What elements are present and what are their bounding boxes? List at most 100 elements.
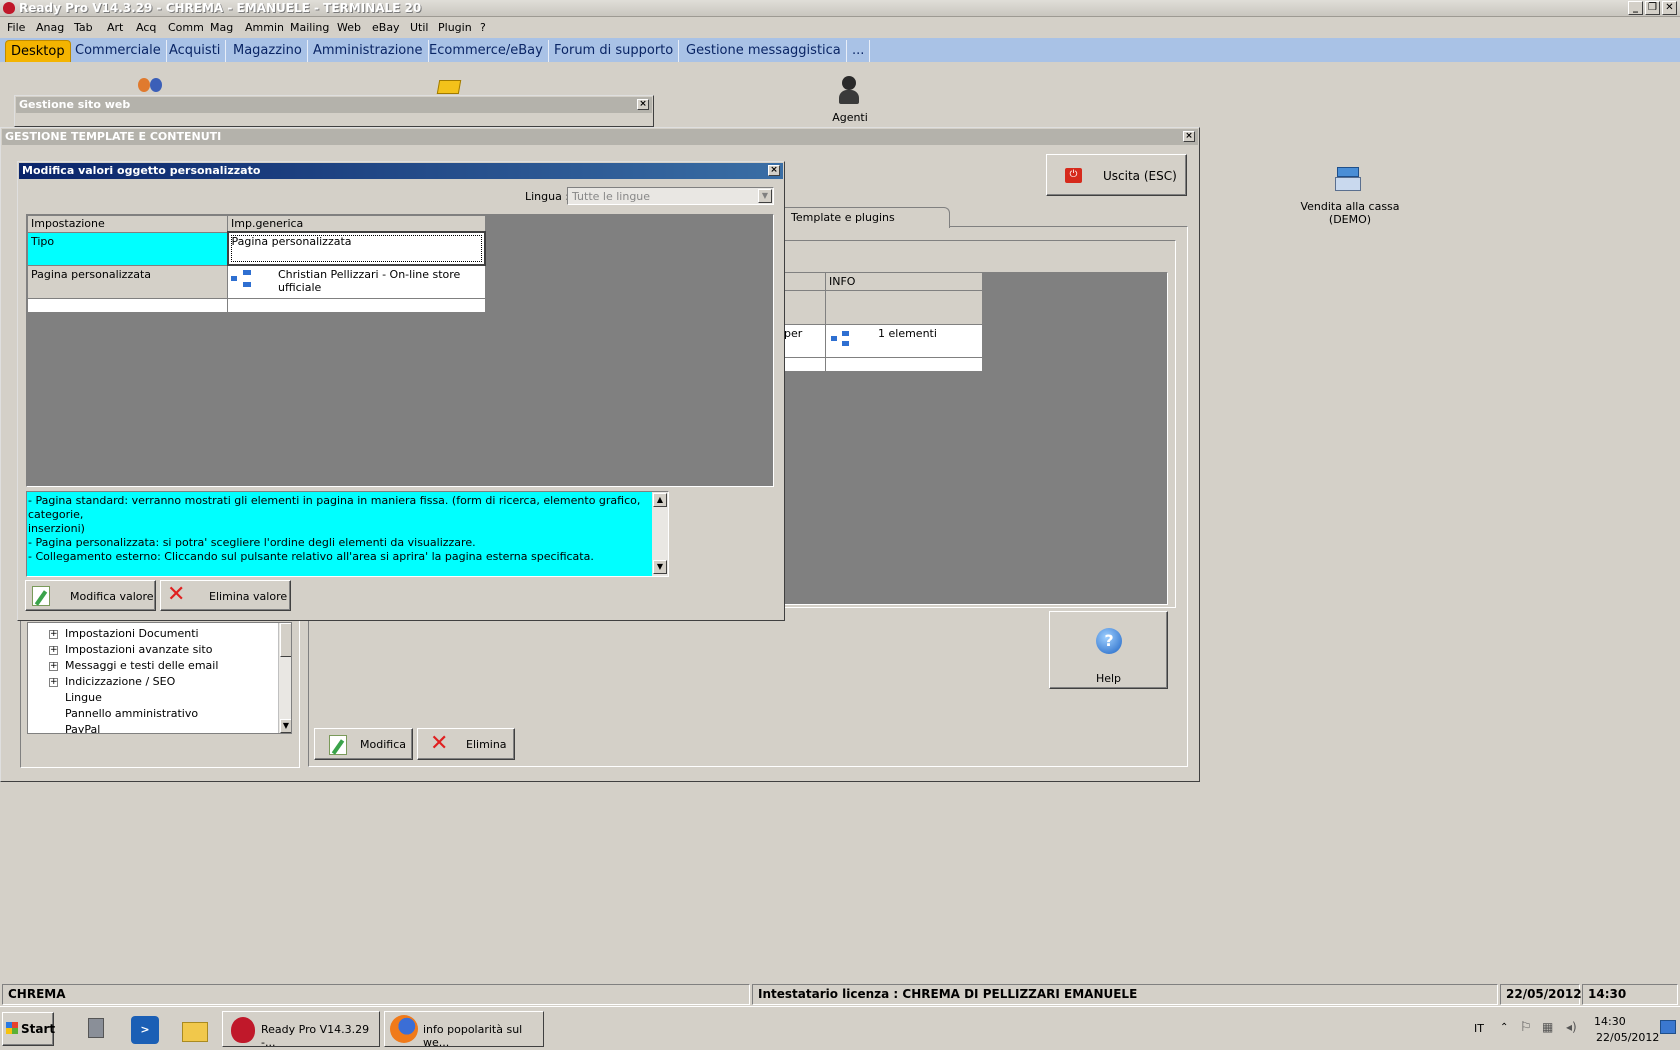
language-indicator[interactable]: IT [1474,1022,1484,1035]
row-key-pagina[interactable]: Pagina personalizzata [27,264,228,299]
info-scrollbar[interactable]: ▲ ▼ [652,492,668,576]
lingua-label: Lingua : [525,190,570,203]
help-button[interactable]: ? Help [1049,611,1168,689]
settings-tree[interactable]: ▼ + Impostazioni Documenti + Impostazion… [27,622,292,734]
quicklaunch-computer-icon[interactable] [84,1016,112,1044]
menu-ebay[interactable]: eBay [372,21,400,34]
tab-gestione-messaggistica[interactable]: Gestione messaggistica [681,40,847,62]
show-desktop-icon[interactable] [1660,1020,1676,1034]
tab-desktop[interactable]: Desktop [5,40,71,62]
app-title: Ready Pro V14.3.29 - CHREMA - EMANUELE -… [19,1,422,15]
expand-icon[interactable]: + [49,678,58,687]
cash-register-icon[interactable] [1333,163,1365,195]
info-line: - Collegamento esterno: Cliccando sul pu… [28,550,594,563]
chevron-down-icon[interactable]: ▼ [758,189,772,203]
gestione-sito-close-icon[interactable]: × [637,99,649,110]
taskbar-firefox[interactable]: info popolarità sul we... [384,1011,544,1049]
menu-help[interactable]: ? [480,21,486,34]
desktop-label-agenti[interactable]: Agenti [800,111,900,124]
dialog-close-icon[interactable]: × [768,165,780,176]
elimina-valore-button[interactable]: ✕ Elimina valore [160,580,291,611]
menu-file[interactable]: File [7,21,25,34]
tab-magazzino[interactable]: Magazzino [228,40,308,62]
help-label: Help [1095,672,1122,685]
info-text-box[interactable]: - Pagina standard: verranno mostrati gli… [26,491,669,577]
row-value-tipo[interactable]: Pagina personalizzata [226,231,486,266]
grid-row-partial[interactable]: per [780,324,826,358]
scroll-down-icon[interactable]: ▼ [280,719,291,733]
menu-ammin[interactable]: Ammin [245,21,284,34]
modifica-valore-button[interactable]: Modifica valore [25,580,156,611]
menu-mag[interactable]: Mag [210,21,233,34]
menu-web[interactable]: Web [337,21,361,34]
menu-anag[interactable]: Anag [36,21,64,34]
modifica-button[interactable]: Modifica [314,728,413,760]
tree-item-impostazioni-documenti[interactable]: Impostazioni Documenti [65,627,199,640]
tab-template-plugins[interactable]: Template e plugins [778,207,950,228]
tab-amministrazione[interactable]: Amministrazione [308,40,429,62]
minimize-icon[interactable]: _ [1628,1,1643,15]
elimina-button[interactable]: ✕ Elimina [417,728,515,760]
tray-flag-icon[interactable]: ⚐ [1520,1020,1532,1035]
tree-item-pannello-amministrativo[interactable]: Pannello amministrativo [65,707,198,720]
tab-forum-supporto[interactable]: Forum di supporto [549,40,680,62]
lingua-select[interactable]: Tutte le lingue ▼ [567,187,774,205]
tree-item-impostazioni-avanzate[interactable]: Impostazioni avanzate sito [65,643,212,656]
row-key-tipo[interactable]: Tipo [27,231,228,266]
grid-header-info: INFO [825,272,983,291]
tray-volume-icon[interactable]: ◂) [1566,1020,1577,1034]
menu-acq[interactable]: Acq [136,21,156,34]
tray-network-icon[interactable]: ▦ [1542,1020,1553,1034]
close-icon[interactable]: ✕ [1662,1,1677,15]
gestione-template-close-icon[interactable]: × [1183,131,1195,142]
menu-comm[interactable]: Comm [168,21,204,34]
vendita-line2: (DEMO) [1328,213,1372,226]
start-label: Start [21,1022,56,1036]
menu-mailing[interactable]: Mailing [290,21,329,34]
menu-util[interactable]: Util [410,21,428,34]
tab-ecommerce-ebay[interactable]: Ecommerce/eBay [424,40,549,62]
tray-chevron-icon[interactable]: ⌃ [1500,1022,1508,1033]
tree-item-paypal[interactable]: PayPal [65,723,100,733]
grid-row-info: 1 elementi [878,327,937,340]
tree-item-messaggi-email[interactable]: Messaggi e testi delle email [65,659,218,672]
quicklaunch-explorer-icon[interactable] [180,1016,210,1044]
grid-cell[interactable] [227,297,486,313]
grid-row-info-cell[interactable]: 1 elementi [825,324,983,358]
taskbar-ready-pro[interactable]: Ready Pro V14.3.29 -... [222,1011,380,1049]
menu-art[interactable]: Art [107,21,123,34]
grid-cell[interactable] [27,297,228,313]
folder-icon[interactable] [436,76,464,94]
status-date: 22/05/2012 [1500,984,1582,1005]
start-button[interactable]: Start [2,1012,56,1046]
tree-scrollbar[interactable]: ▼ [278,623,291,733]
desktop-label-vendita[interactable]: Vendita alla cassa (DEMO) [1290,200,1410,226]
modifica-label: Modifica [360,738,406,751]
agent-icon[interactable] [835,74,863,108]
grid-cell[interactable] [825,357,983,372]
quicklaunch-powershell-icon[interactable]: > [131,1016,159,1044]
expand-icon[interactable]: + [49,662,58,671]
scroll-down-icon[interactable]: ▼ [653,560,667,574]
tab-commerciale[interactable]: Commerciale [70,40,167,62]
menu-plugin[interactable]: Plugin [438,21,472,34]
tab-acquisti[interactable]: Acquisti [164,40,227,62]
tree-scroll-thumb[interactable] [280,623,291,657]
uscita-button[interactable]: ⏻ Uscita (ESC) [1046,154,1187,196]
clock-date[interactable]: 22/05/2012 [1596,1031,1659,1044]
expand-icon[interactable]: + [49,646,58,655]
vendita-line1: Vendita alla cassa [1300,200,1400,213]
menu-tab[interactable]: Tab [74,21,93,34]
tree-item-lingue[interactable]: Lingue [65,691,102,704]
grid-cell[interactable] [825,290,983,325]
restore-icon[interactable]: ❐ [1645,1,1660,15]
row-value-pagina-cell[interactable]: Christian Pellizzari - On-line store uff… [227,264,486,299]
clock-time[interactable]: 14:30 [1594,1015,1626,1028]
grid-cell[interactable] [780,290,826,325]
tab-more[interactable]: ... [847,40,871,62]
tree-item-indicizzazione-seo[interactable]: Indicizzazione / SEO [65,675,175,688]
expand-icon[interactable]: + [49,630,58,639]
grid-cell[interactable] [780,357,826,372]
scroll-up-icon[interactable]: ▲ [653,493,667,507]
users-icon[interactable] [136,76,166,94]
